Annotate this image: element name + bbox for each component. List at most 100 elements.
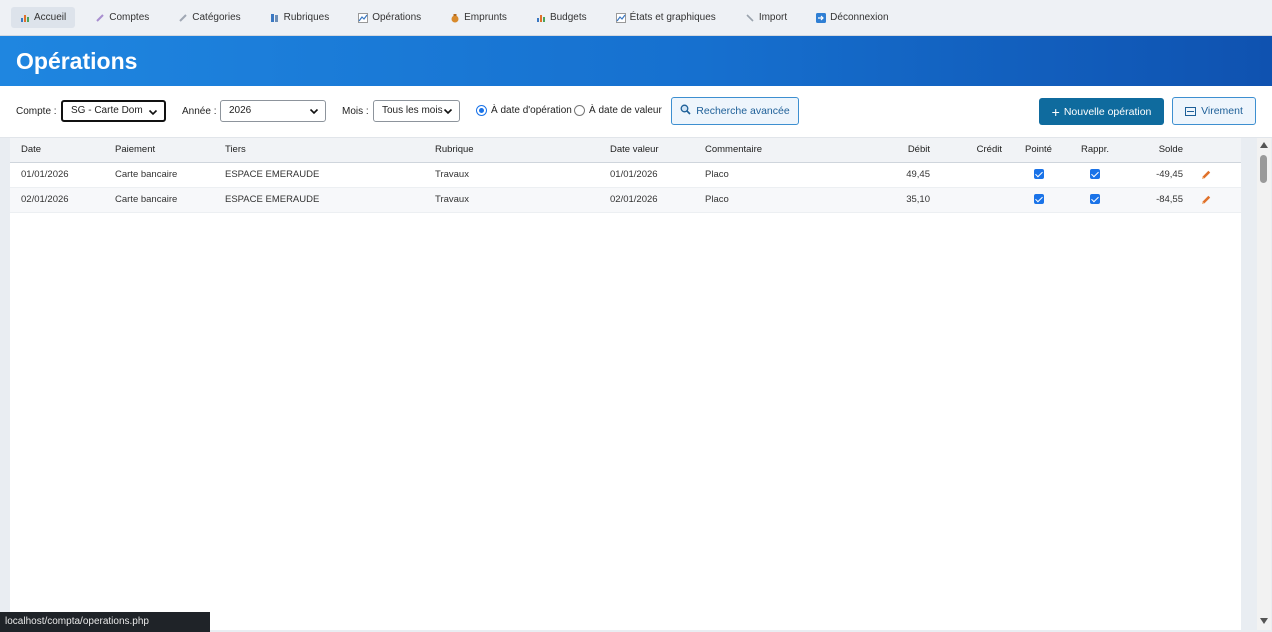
cell-credit [936, 187, 1008, 213]
radio-button-checked[interactable] [476, 105, 487, 116]
new-operation-button[interactable]: + Nouvelle opération [1039, 98, 1164, 125]
cell-credit [936, 162, 1008, 188]
nav-item-etats[interactable]: États et graphiques [607, 7, 725, 28]
nav-item-import[interactable]: Import [736, 7, 796, 28]
cell-actions [1189, 162, 1241, 188]
year-select-value: 2026 [229, 105, 252, 116]
advanced-search-button[interactable]: Recherche avancée [671, 97, 799, 125]
line-chart-icon [358, 12, 369, 23]
cell-paiement: Carte bancaire [104, 187, 214, 213]
cell-date-valeur: 02/01/2026 [599, 187, 694, 213]
column-header-tiers[interactable]: Tiers [214, 138, 424, 163]
edit-pencil-icon[interactable] [1200, 194, 1212, 206]
cell-rubrique: Travaux [424, 187, 599, 213]
nav-item-comptes[interactable]: Comptes [86, 7, 158, 28]
nav-item-budgets[interactable]: Budgets [527, 7, 596, 28]
column-header-date[interactable]: Date [10, 138, 104, 163]
plus-icon: + [1051, 103, 1060, 120]
vertical-scrollbar[interactable] [1257, 138, 1271, 630]
cell-pointe [1008, 187, 1064, 213]
cell-debit: 35,10 [874, 187, 936, 213]
nav-item-label: Opérations [372, 12, 422, 23]
radio-date-operation[interactable]: À date d'opération [476, 105, 572, 116]
nav-item-rubriques[interactable]: Rubriques [261, 7, 339, 28]
rappr-checkbox[interactable] [1090, 194, 1100, 205]
month-label: Mois : [342, 106, 369, 117]
cell-rappr [1064, 187, 1121, 213]
rappr-checkbox[interactable] [1090, 169, 1100, 180]
column-header-debit[interactable]: Débit [874, 138, 936, 163]
cell-rappr [1064, 162, 1121, 188]
column-header-date-valeur[interactable]: Date valeur [599, 138, 694, 163]
table-row[interactable]: 01/01/2026 Carte bancaire ESPACE EMERAUD… [10, 162, 1241, 188]
column-header-pointe[interactable]: Pointé [1008, 138, 1064, 163]
table-header-row: Date Paiement Tiers Rubrique Date valeur… [10, 138, 1241, 163]
cell-pointe [1008, 162, 1064, 188]
new-operation-label: Nouvelle opération [1063, 105, 1152, 118]
top-navigation: Accueil Comptes Catégories Rubriques Opé… [0, 0, 1272, 36]
column-header-commentaire[interactable]: Commentaire [694, 138, 874, 163]
nav-item-operations[interactable]: Opérations [349, 7, 430, 28]
nav-item-accueil[interactable]: Accueil [11, 7, 76, 28]
nav-item-categories[interactable]: Catégories [169, 7, 249, 28]
chevron-down-icon [309, 108, 319, 115]
scroll-down-arrow-icon[interactable] [1260, 618, 1268, 624]
cell-commentaire: Placo [694, 162, 874, 188]
cell-actions [1189, 187, 1241, 213]
column-header-actions [1189, 138, 1241, 163]
month-select[interactable]: Tous les mois [373, 100, 460, 122]
money-bag-icon [450, 13, 460, 23]
wrench-icon [745, 13, 755, 23]
chevron-down-icon [148, 109, 158, 116]
page-title: Opérations [16, 47, 138, 74]
edit-pencil-icon[interactable] [1200, 169, 1212, 181]
cell-tiers: ESPACE EMERAUDE [214, 162, 424, 188]
books-icon [270, 13, 280, 23]
cell-tiers: ESPACE EMERAUDE [214, 187, 424, 213]
column-header-solde[interactable]: Solde [1121, 138, 1189, 163]
cell-solde: -84,55 [1121, 187, 1189, 213]
column-header-rubrique[interactable]: Rubrique [424, 138, 599, 163]
cell-commentaire: Placo [694, 187, 874, 213]
nav-item-deconnexion[interactable]: Déconnexion [807, 7, 897, 28]
nav-item-label: États et graphiques [629, 12, 716, 23]
operations-table: Date Paiement Tiers Rubrique Date valeur… [10, 138, 1241, 213]
radio-date-valeur-label: À date de valeur [589, 105, 662, 116]
nav-item-emprunts[interactable]: Emprunts [441, 7, 516, 28]
radio-button-unchecked[interactable] [574, 105, 585, 116]
cell-solde: -49,45 [1121, 162, 1189, 188]
radio-date-valeur[interactable]: À date de valeur [574, 105, 662, 116]
operations-table-container: Date Paiement Tiers Rubrique Date valeur… [10, 138, 1241, 630]
column-header-credit[interactable]: Crédit [936, 138, 1008, 163]
column-header-paiement[interactable]: Paiement [104, 138, 214, 163]
account-select-value: SG - Carte Dom [71, 105, 143, 116]
pointe-checkbox[interactable] [1033, 169, 1044, 180]
cell-date-valeur: 01/01/2026 [599, 162, 694, 188]
account-select[interactable]: SG - Carte Dom [61, 100, 166, 122]
nav-item-label: Comptes [109, 12, 150, 23]
nav-item-label: Import [758, 12, 788, 23]
scroll-up-arrow-icon[interactable] [1260, 142, 1268, 148]
cell-rubrique: Travaux [424, 162, 599, 188]
scrollbar-thumb[interactable] [1260, 155, 1267, 183]
status-bar-url: localhost/compta/operations.php [0, 612, 210, 632]
column-header-rappr[interactable]: Rappr. [1064, 138, 1121, 163]
cell-date: 02/01/2026 [10, 187, 104, 213]
nav-item-label: Accueil [34, 12, 67, 23]
nav-item-label: Catégories [192, 12, 241, 23]
pointe-checkbox[interactable] [1033, 194, 1044, 205]
radio-date-operation-label: À date d'opération [491, 105, 572, 116]
advanced-search-label: Recherche avancée [696, 105, 790, 117]
pencil-icon [178, 13, 188, 23]
cell-paiement: Carte bancaire [104, 162, 214, 188]
transfer-button[interactable]: Virement [1172, 97, 1256, 125]
table-row[interactable]: 02/01/2026 Carte bancaire ESPACE EMERAUD… [10, 187, 1241, 213]
arrow-right-icon [816, 12, 827, 23]
year-select[interactable]: 2026 [220, 100, 326, 122]
cell-debit: 49,45 [874, 162, 936, 188]
year-label: Année : [182, 106, 217, 117]
filter-bar: Compte : SG - Carte Dom Année : 2026 Moi… [0, 86, 1272, 138]
bar-chart-icon [20, 13, 30, 23]
cell-date: 01/01/2026 [10, 162, 104, 188]
month-select-value: Tous les mois [382, 105, 443, 116]
